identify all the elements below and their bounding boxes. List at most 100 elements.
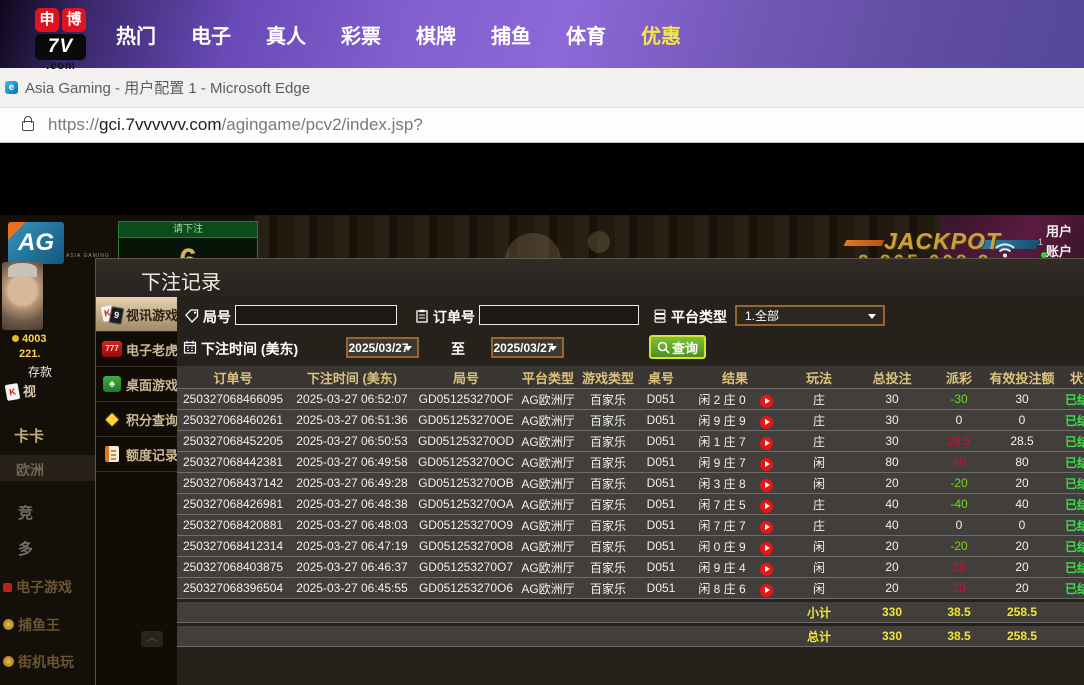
platform-type: AG欧洲厅 [517, 580, 579, 597]
payout: -20 [931, 476, 987, 490]
replay-play-button[interactable] [760, 584, 773, 597]
replay-play-button[interactable] [760, 542, 773, 555]
search-button[interactable]: 查询 [649, 335, 706, 359]
round-number: GD051253270OB [415, 476, 517, 490]
payout: 80 [931, 455, 987, 469]
deposit-label[interactable]: 存款 [28, 363, 52, 380]
result-cell: 闲 7 庄 7 [685, 517, 785, 534]
table-number: D051 [637, 560, 685, 574]
valid-bet: 20 [987, 476, 1057, 490]
sidebar-tab-label: 积分查询 [126, 410, 178, 429]
replay-play-button[interactable] [760, 563, 773, 576]
panel-label-user[interactable]: 用户 [1046, 221, 1072, 240]
game-type: 百家乐 [579, 496, 637, 513]
sidebar-tab-label: 额度记录 [126, 445, 178, 464]
lock-icon [22, 121, 34, 131]
subtotal-row-valid: 258.5 [987, 605, 1057, 619]
records-icon [102, 444, 122, 464]
nav-item-sports[interactable]: 体育 [560, 20, 612, 49]
nav-item-live[interactable]: 真人 [260, 20, 312, 49]
column-header: 有效投注额 [987, 368, 1057, 387]
round-number: GD051253270O8 [415, 539, 517, 553]
balance-value-2: 221. [19, 348, 40, 360]
result-cell: 闲 3 庄 8 [685, 475, 785, 492]
replay-play-button[interactable] [760, 458, 773, 471]
table-row: 2503270683965042025-03-27 06:45:55GD0512… [177, 578, 1084, 599]
replay-play-button[interactable] [760, 437, 773, 450]
nav-item-cards[interactable]: 棋牌 [410, 20, 462, 49]
play-type: 闲 [785, 538, 853, 555]
replay-play-button[interactable] [760, 416, 773, 429]
play-type: 庄 [785, 433, 853, 450]
game-type: 百家乐 [579, 517, 637, 534]
replay-play-button[interactable] [760, 500, 773, 513]
sidebar-tab-slot-machines[interactable]: 电子老虎机 [96, 332, 177, 367]
nav-item-fishing[interactable]: 捕鱼 [485, 20, 537, 49]
fishing-menu-item: 捕鱼王 [3, 615, 60, 635]
url-text[interactable]: https://gci.7vvvvvv.com/agingame/pcv2/in… [48, 115, 423, 135]
chevron-down-icon [868, 314, 876, 319]
status: 已结算 [1057, 454, 1084, 471]
round-input[interactable] [235, 305, 397, 325]
status: 已结算 [1057, 538, 1084, 555]
status: 已结算 [1057, 580, 1084, 597]
play-type: 闲 [785, 475, 853, 492]
order-number: 250327068460261 [177, 413, 289, 427]
table-row: 2503270684522052025-03-27 06:50:53GD0512… [177, 431, 1084, 452]
chevron-up-icon[interactable]: ︿ [141, 631, 163, 647]
nav-item-hot[interactable]: 热门 [110, 20, 162, 49]
logo-7v: 7V [35, 34, 86, 60]
window-title: Asia Gaming - 用户配置 1 - Microsoft Edge [25, 77, 310, 98]
modal-sidebar: 视讯游戏电子老虎机桌面游戏积分查询额度记录 [96, 297, 177, 685]
platform-icon [653, 309, 667, 323]
jackpot-label: JACKPOT [884, 228, 1001, 255]
column-header: 平台类型 [517, 368, 579, 387]
address-bar[interactable]: https://gci.7vvvvvv.com/agingame/pcv2/in… [0, 107, 1084, 143]
arcade-icon [3, 656, 14, 667]
round-number: GD051253270OD [415, 434, 517, 448]
jackpot-bar-orange [844, 240, 885, 246]
order-number: 250327068466095 [177, 392, 289, 406]
column-header: 状态 [1057, 368, 1084, 387]
window-title-bar: e Asia Gaming - 用户配置 1 - Microsoft Edge [0, 68, 1084, 107]
replay-play-button[interactable] [760, 521, 773, 534]
date-to-picker[interactable]: 2025/03/27 [491, 337, 564, 358]
duo-label: 多 [18, 538, 33, 559]
status: 已结算 [1057, 496, 1084, 513]
jing-label: 竞 [18, 502, 33, 523]
valid-bet: 40 [987, 497, 1057, 511]
table-number: D051 [637, 581, 685, 595]
nav-item-slots[interactable]: 电子 [185, 20, 237, 49]
date-from-picker[interactable]: 2025/03/27 [346, 337, 419, 358]
round-number: GD051253270OA [415, 497, 517, 511]
valid-bet: 0 [987, 413, 1057, 427]
order-number: 250327068412314 [177, 539, 289, 553]
sidebar-tab-table-games[interactable]: 桌面游戏 [96, 367, 177, 402]
order-label: 订单号 [433, 307, 475, 327]
payout: -30 [931, 392, 987, 406]
game-type: 百家乐 [579, 580, 637, 597]
status: 已结算 [1057, 475, 1084, 492]
table-row: 2503270684602612025-03-27 06:51:36GD0512… [177, 410, 1084, 431]
sidebar-tab-credit-records[interactable]: 额度记录 [96, 437, 177, 472]
bet-prompt-label: 请下注 [119, 222, 257, 238]
nav-item-promo[interactable]: 优惠 [635, 20, 687, 49]
site-logo[interactable]: 申 博 7V .com [35, 8, 87, 72]
platform-type-select[interactable]: 1.全部 [735, 305, 885, 326]
status: 已结算 [1057, 412, 1084, 429]
column-header: 游戏类型 [579, 368, 637, 387]
platform-type: AG欧洲厅 [517, 559, 579, 576]
play-type: 闲 [785, 454, 853, 471]
total-bet: 20 [853, 539, 931, 553]
bet-time: 2025-03-27 06:50:53 [289, 434, 415, 448]
sidebar-tab-video-games[interactable]: 视讯游戏 [96, 297, 177, 332]
replay-play-button[interactable] [760, 395, 773, 408]
replay-play-button[interactable] [760, 479, 773, 492]
order-number: 250327068442381 [177, 455, 289, 469]
sidebar-tab-points-query[interactable]: 积分查询 [96, 402, 177, 437]
order-input[interactable] [479, 305, 639, 325]
total-row-valid: 258.5 [987, 629, 1057, 643]
nav-item-lottery[interactable]: 彩票 [335, 20, 387, 49]
column-header: 玩法 [785, 368, 853, 387]
ag-logo: AG [8, 222, 64, 264]
